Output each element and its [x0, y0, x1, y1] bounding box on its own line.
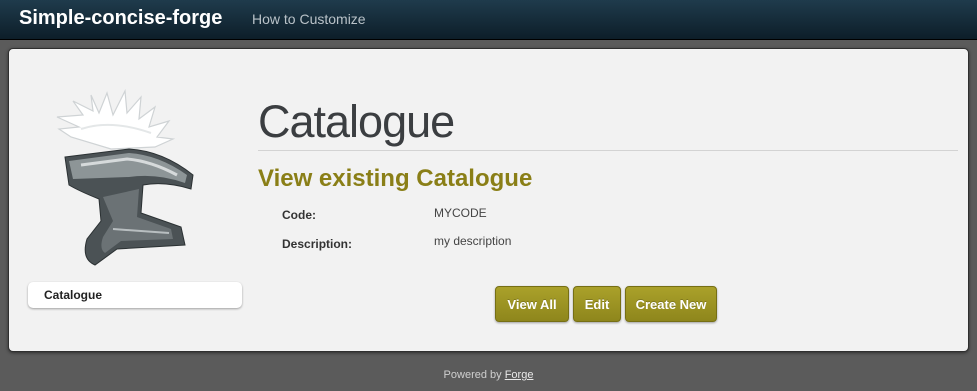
create-new-button[interactable]: Create New: [625, 286, 717, 322]
view-all-button[interactable]: View All: [495, 286, 569, 322]
nav-link-how-to-customize[interactable]: How to Customize: [252, 11, 366, 27]
footer-forge-link[interactable]: Forge: [505, 369, 534, 381]
page-subtitle: View existing Catalogue: [258, 165, 533, 192]
description-label: Description:: [282, 237, 353, 251]
top-navbar: Simple-concise-forge How to Customize: [0, 0, 977, 40]
description-value: my description: [434, 234, 512, 248]
brand-link[interactable]: Simple-concise-forge: [19, 7, 222, 30]
spark-burst: [56, 89, 176, 150]
anvil-logo-icon: [56, 89, 194, 266]
page-title: Catalogue: [258, 96, 455, 147]
sidebar-item-label: Catalogue: [44, 288, 103, 302]
anvil-body: [64, 148, 194, 266]
sidebar-item-catalogue[interactable]: Catalogue: [28, 282, 242, 308]
footer: Powered by Forge: [0, 369, 977, 381]
code-label: Code:: [282, 208, 316, 222]
title-divider: [258, 150, 958, 151]
footer-text: Powered by: [443, 369, 502, 381]
main-panel: Catalogue Catalogue View existing Catalo…: [8, 48, 969, 352]
code-value: MYCODE: [434, 206, 487, 220]
edit-button[interactable]: Edit: [573, 286, 621, 322]
